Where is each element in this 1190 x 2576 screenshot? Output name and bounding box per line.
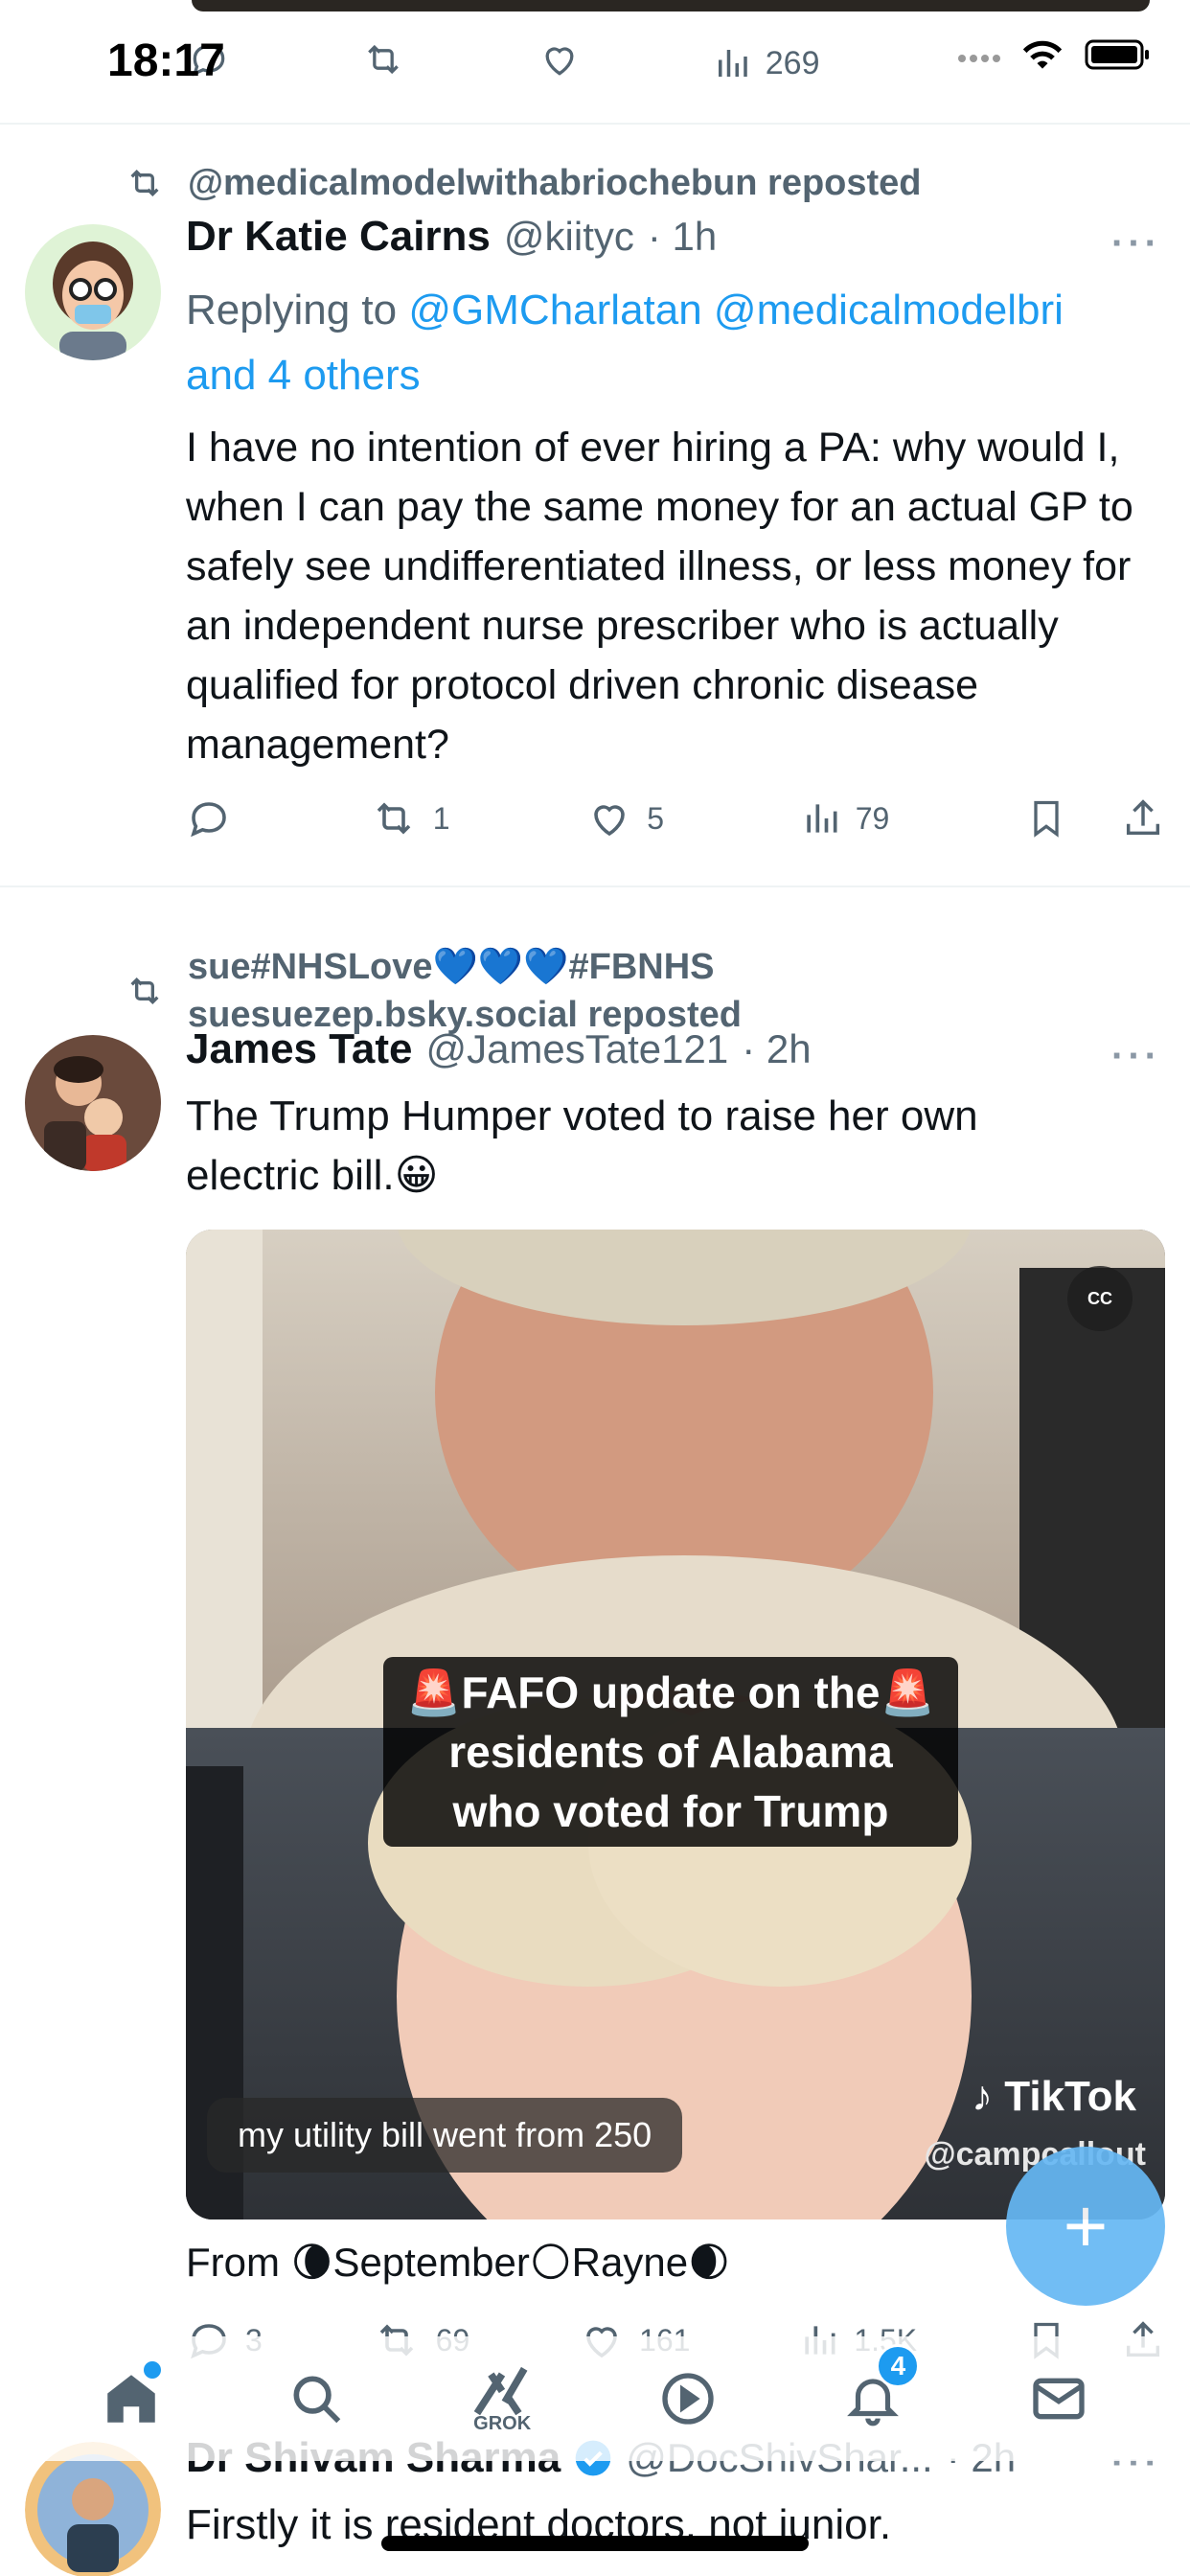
grok-label: GROK: [473, 2412, 532, 2434]
like-icon[interactable]: [538, 38, 582, 89]
retweet-icon[interactable]: [360, 38, 406, 89]
more-icon[interactable]: ···: [1111, 222, 1161, 265]
video-subtitle: my utility bill went from 250: [207, 2098, 683, 2173]
video-caption: 🚨FAFO update on the🚨 residents of Alabam…: [383, 1657, 958, 1847]
tab-notifications[interactable]: 4: [830, 2344, 921, 2442]
retweet-count: 1: [432, 800, 450, 836]
like-button[interactable]: 5: [585, 795, 664, 841]
previous-tweet-media-edge: [192, 0, 1150, 12]
bookmark-share-group: [1025, 795, 1165, 841]
replying-to: Replying to @GMCharlatan @medicalmodelbr…: [186, 278, 1173, 408]
grok-icon: [473, 2366, 528, 2415]
views-stat[interactable]: 269: [712, 43, 820, 83]
tweet-text: I have no intention of ever hiring a PA:…: [186, 425, 1133, 768]
tweet1-actions: 1 5 79: [186, 792, 1165, 845]
repost-label[interactable]: sue#NHSLove💙💙💙#FBNHS: [188, 943, 742, 991]
reply-icon: [191, 802, 226, 838]
captions-button[interactable]: CC: [1067, 1266, 1133, 1331]
avatar[interactable]: [25, 2442, 161, 2576]
status-time: 18:17: [107, 35, 225, 86]
tab-search[interactable]: [273, 2356, 359, 2442]
search-icon: [293, 2376, 341, 2424]
from-line: From 🌘September🌕Rayne🌒: [186, 2240, 730, 2285]
tweet2-repost-row: sue#NHSLove💙💙💙#FBNHS suesuezep.bsky.soci…: [123, 943, 742, 1039]
tweet1-repost-row: @medicalmodelwithabriochebun reposted: [123, 159, 922, 207]
tweet1-header: Dr Katie Cairns @kiityc · 1h: [186, 213, 717, 261]
replying-to-prefix: Replying to: [186, 287, 398, 334]
tab-grok[interactable]: GROK: [459, 2356, 545, 2442]
retweet-button[interactable]: 1: [368, 795, 450, 841]
retweet-icon: [130, 977, 159, 1005]
tab-video[interactable]: [645, 2356, 731, 2442]
retweet-icon: [130, 169, 159, 197]
display-name[interactable]: Dr Katie Cairns: [186, 213, 491, 261]
mail-icon: [1033, 2378, 1085, 2420]
views-count: 79: [855, 800, 890, 836]
tiktok-logo-icon: ♪: [972, 2073, 1005, 2120]
cellular-icon: [958, 55, 1000, 62]
bottom-tab-bar: GROK 4: [0, 2336, 1190, 2461]
bookmark-icon[interactable]: [1025, 795, 1067, 841]
tweet-text: The Trump Humper voted to raise her own …: [186, 1092, 978, 1199]
avatar[interactable]: [25, 224, 161, 360]
video-media[interactable]: CC 🚨FAFO update on the🚨 residents of Ala…: [186, 1230, 1165, 2220]
handle[interactable]: @kiityc: [504, 214, 634, 260]
reply-button[interactable]: [186, 795, 232, 841]
compose-button[interactable]: +: [1006, 2147, 1165, 2306]
views-count: 269: [765, 44, 820, 81]
replying-to-more[interactable]: and 4 others: [186, 352, 421, 399]
timestamp: · 2h: [742, 1026, 812, 1071]
tab-home[interactable]: [88, 2356, 174, 2442]
divider: [0, 123, 1190, 125]
like-count: 5: [647, 800, 664, 836]
replying-to-users[interactable]: @GMCharlatan @medicalmodelbri: [408, 287, 1064, 334]
repost-label[interactable]: @medicalmodelwithabriochebun reposted: [188, 159, 922, 207]
views-button[interactable]: 79: [800, 797, 890, 840]
timestamp: · 1h: [647, 214, 718, 259]
tab-messages[interactable]: [1016, 2356, 1102, 2442]
handle[interactable]: @JamesTate121: [425, 1026, 728, 1072]
divider: [0, 886, 1190, 887]
retweet-icon: [377, 802, 410, 835]
avatar[interactable]: [25, 1035, 161, 1171]
home-new-indicator: [143, 2361, 161, 2379]
battery-icon: [1085, 39, 1149, 70]
compose-icon: +: [1063, 2183, 1109, 2268]
share-icon[interactable]: [1121, 795, 1165, 841]
wifi-icon: [1022, 40, 1063, 69]
video-icon: [662, 2373, 714, 2425]
more-icon[interactable]: ···: [1111, 1035, 1161, 1078]
notifications-badge: 4: [876, 2344, 921, 2388]
tweet2-header: James Tate @JamesTate121 · 2h: [186, 1025, 812, 1073]
display-name[interactable]: James Tate: [186, 1025, 412, 1073]
tiktok-watermark: ♪ TikTok: [972, 2073, 1136, 2121]
like-icon: [594, 805, 626, 837]
tiktok-label: TikTok: [1004, 2073, 1136, 2120]
views-icon: [807, 804, 837, 833]
status-icons: [956, 38, 1152, 71]
home-indicator: [381, 2536, 809, 2551]
